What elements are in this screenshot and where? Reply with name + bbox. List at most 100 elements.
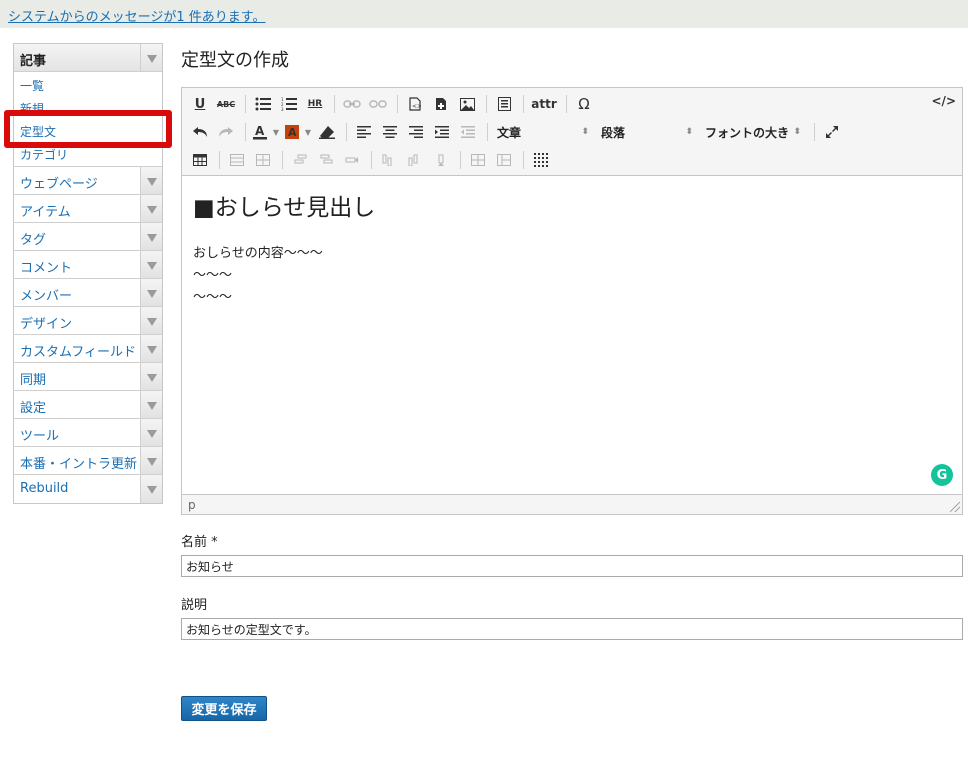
sidebar-item-item[interactable]: アイテム bbox=[14, 195, 162, 223]
horizontal-rule-button[interactable]: HR bbox=[303, 93, 327, 115]
sidebar-item-label: 本番・イントラ更新 bbox=[20, 457, 138, 472]
svg-text:3: 3 bbox=[281, 107, 284, 111]
align-left-icon[interactable] bbox=[352, 121, 376, 143]
format-select[interactable]: 文章 ⬍ bbox=[493, 121, 593, 143]
expand-toggle[interactable] bbox=[140, 475, 162, 503]
eraser-icon[interactable] bbox=[315, 121, 339, 143]
system-message-link[interactable]: システムからのメッセージが1 件あります。 bbox=[8, 6, 265, 25]
underline-button[interactable]: U bbox=[188, 93, 212, 115]
toolbar-row-1: U ABC 123 HR <> attr Ω bbox=[188, 92, 598, 116]
image-icon[interactable] bbox=[455, 93, 479, 115]
sidebar-item-rebuild[interactable]: Rebuild bbox=[14, 475, 162, 503]
chevron-down-icon bbox=[147, 345, 157, 354]
collapse-toggle[interactable] bbox=[140, 44, 162, 71]
link-icon[interactable] bbox=[340, 93, 364, 115]
toolbar-divider bbox=[460, 151, 461, 169]
font-size-select-value: フォントの大き bbox=[705, 125, 790, 140]
expand-toggle[interactable] bbox=[140, 223, 162, 250]
template-icon[interactable] bbox=[492, 93, 516, 115]
toolbar-divider bbox=[523, 151, 524, 169]
sidebar-item-label: ツール bbox=[20, 429, 60, 444]
show-blocks-icon[interactable] bbox=[529, 149, 553, 171]
background-color-icon[interactable]: A bbox=[283, 121, 301, 143]
undo-icon[interactable] bbox=[188, 121, 212, 143]
expand-toggle[interactable] bbox=[140, 307, 162, 334]
svg-text:A: A bbox=[288, 126, 297, 139]
table-icon[interactable] bbox=[188, 149, 212, 171]
table-cell-props-icon[interactable] bbox=[251, 149, 275, 171]
sidebar-item-sync[interactable]: 同期 bbox=[14, 363, 162, 391]
expand-toggle[interactable] bbox=[140, 447, 162, 474]
redo-icon[interactable] bbox=[214, 121, 238, 143]
text-color-dropdown-icon[interactable]: ▼ bbox=[271, 121, 281, 143]
source-code-button[interactable]: </> bbox=[932, 94, 957, 108]
background-color-dropdown-icon[interactable]: ▼ bbox=[303, 121, 313, 143]
bullet-list-icon[interactable] bbox=[251, 93, 275, 115]
sidebar-item-tools[interactable]: ツール bbox=[14, 419, 162, 447]
expand-toggle[interactable] bbox=[140, 419, 162, 446]
table-row-insert-icon[interactable] bbox=[225, 149, 249, 171]
unlink-icon[interactable] bbox=[366, 93, 390, 115]
insert-row-before-icon[interactable] bbox=[288, 149, 312, 171]
grammarly-icon[interactable]: G bbox=[931, 464, 953, 486]
sidebar-header-articles[interactable]: 記事 bbox=[14, 44, 162, 72]
expand-toggle[interactable] bbox=[140, 279, 162, 306]
sidebar-item-tag[interactable]: タグ bbox=[14, 223, 162, 251]
merge-cells-icon[interactable] bbox=[492, 149, 516, 171]
split-cells-icon[interactable] bbox=[466, 149, 490, 171]
description-field[interactable] bbox=[181, 618, 963, 640]
expand-toggle[interactable] bbox=[140, 391, 162, 418]
sidebar-subitem-category[interactable]: カテゴリ bbox=[14, 143, 162, 166]
sidebar-item-webpage[interactable]: ウェブページ bbox=[14, 167, 162, 195]
expand-toggle[interactable] bbox=[140, 363, 162, 390]
name-field[interactable] bbox=[181, 555, 963, 577]
text-color-icon[interactable]: A bbox=[251, 121, 269, 143]
sidebar-subitem-new[interactable]: 新規 bbox=[14, 97, 162, 120]
toolbar-divider bbox=[397, 95, 398, 113]
special-char-button[interactable]: Ω bbox=[572, 93, 596, 115]
sidebar-item-comment[interactable]: コメント bbox=[14, 251, 162, 279]
system-message-bar: システムからのメッセージが1 件あります。 bbox=[0, 0, 968, 28]
sidebar-item-label: Rebuild bbox=[20, 481, 69, 496]
insert-col-after-icon[interactable] bbox=[403, 149, 427, 171]
insert-row-after-icon[interactable] bbox=[314, 149, 338, 171]
toolbar-divider bbox=[334, 95, 335, 113]
element-path[interactable]: p bbox=[188, 498, 196, 512]
toolbar-row-2: A ▼ A ▼ 文章 ⬍ 段落 ⬍ フォントの大き ⬍ bbox=[188, 120, 846, 144]
save-button[interactable]: 変更を保存 bbox=[181, 696, 267, 721]
sidebar-item-settings[interactable]: 設定 bbox=[14, 391, 162, 419]
sidebar-item-publish[interactable]: 本番・イントラ更新 bbox=[14, 447, 162, 475]
select-arrows-icon: ⬍ bbox=[685, 126, 693, 137]
chevron-down-icon bbox=[147, 429, 157, 438]
insert-col-before-icon[interactable] bbox=[377, 149, 401, 171]
indent-icon[interactable] bbox=[430, 121, 454, 143]
expand-toggle[interactable] bbox=[140, 195, 162, 222]
block-select[interactable]: 段落 ⬍ bbox=[597, 121, 697, 143]
attr-button[interactable]: attr bbox=[529, 93, 559, 115]
delete-col-icon[interactable] bbox=[429, 149, 453, 171]
expand-toggle[interactable] bbox=[140, 167, 162, 194]
sidebar-subitem-list[interactable]: 一覧 bbox=[14, 74, 162, 97]
sidebar-subitem-templates[interactable]: 定型文 bbox=[14, 120, 162, 143]
align-center-icon[interactable] bbox=[378, 121, 402, 143]
sidebar-item-label: アイテム bbox=[20, 205, 71, 220]
description-label: 説明 bbox=[181, 598, 208, 613]
font-size-select[interactable]: フォントの大き ⬍ bbox=[701, 121, 805, 143]
toolbar-divider bbox=[371, 151, 372, 169]
editor-content[interactable]: ■おしらせ見出し おしらせの内容〜〜〜 〜〜〜 〜〜〜 G bbox=[182, 176, 962, 494]
expand-toggle[interactable] bbox=[140, 251, 162, 278]
sidebar-item-custom-field[interactable]: カスタムフィールド bbox=[14, 335, 162, 363]
expand-toggle[interactable] bbox=[140, 335, 162, 362]
delete-row-icon[interactable] bbox=[340, 149, 364, 171]
chevron-down-icon bbox=[147, 177, 157, 186]
strikethrough-button[interactable]: ABC bbox=[214, 93, 238, 115]
resize-grip-icon[interactable] bbox=[950, 502, 960, 512]
align-right-icon[interactable] bbox=[404, 121, 428, 143]
fullscreen-icon[interactable] bbox=[820, 121, 844, 143]
sidebar-item-member[interactable]: メンバー bbox=[14, 279, 162, 307]
outdent-icon[interactable] bbox=[456, 121, 480, 143]
sidebar-item-design[interactable]: デザイン bbox=[14, 307, 162, 335]
numbered-list-icon[interactable]: 123 bbox=[277, 93, 301, 115]
new-document-icon[interactable] bbox=[429, 93, 453, 115]
code-file-icon[interactable]: <> bbox=[403, 93, 427, 115]
